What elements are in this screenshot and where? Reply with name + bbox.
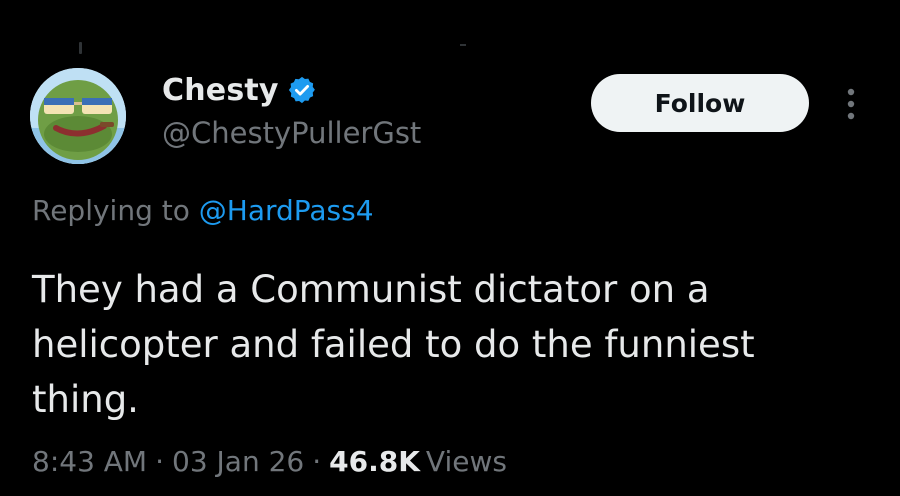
more-vertical-icon: [847, 88, 855, 120]
replying-to-prefix: Replying to: [32, 194, 199, 227]
frog-with-sunglasses-avatar: [30, 68, 126, 164]
views-label: Views: [425, 445, 507, 478]
author-name-row: Chesty: [162, 70, 317, 110]
tweet-date[interactable]: 03 Jan 26: [172, 445, 304, 478]
replying-to-line: Replying to @HardPass4: [32, 194, 374, 227]
views-count[interactable]: 46.8K: [329, 445, 420, 478]
author-display-name[interactable]: Chesty: [162, 73, 279, 108]
thread-line: [79, 42, 82, 54]
avatar[interactable]: [30, 68, 126, 164]
reply-mention-link[interactable]: @HardPass4: [199, 194, 374, 227]
verified-badge-icon[interactable]: [287, 75, 317, 105]
tweet-meta: 8:43 AM · 03 Jan 26 · 46.8K Views: [32, 445, 507, 478]
tweet-time[interactable]: 8:43 AM: [32, 445, 147, 478]
tweet-text: They had a Communist dictator on a helic…: [32, 268, 755, 421]
author-handle[interactable]: @ChestyPullerGst: [162, 116, 421, 150]
top-divider-mark: [460, 44, 466, 46]
meta-separator: ·: [155, 445, 164, 478]
tweet-card: Chesty @ChestyPullerGst Follow Replying …: [0, 0, 900, 496]
more-options-button[interactable]: [836, 84, 866, 124]
follow-button[interactable]: Follow: [591, 74, 809, 132]
meta-separator: ·: [312, 445, 322, 478]
